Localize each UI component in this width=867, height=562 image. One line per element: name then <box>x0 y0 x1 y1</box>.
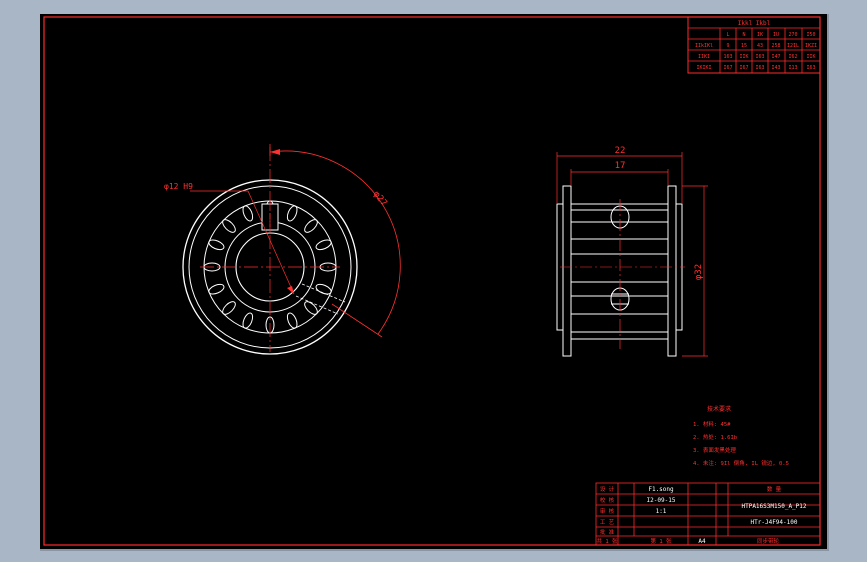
table-cell: I2IL <box>787 43 799 49</box>
table-cell: 15 <box>741 43 747 49</box>
tooth <box>222 219 236 233</box>
table-title: Ikkl Ikbl <box>738 20 771 27</box>
tb-right-label: 数 量 <box>767 485 782 493</box>
tb-size: A4 <box>698 538 706 545</box>
table-cell: IKIKI <box>696 65 711 71</box>
table-cell: I47 <box>771 54 780 60</box>
drawing-viewport[interactable]: Ikkl Ikbl L N IK IU 270 I50 IIkIKl 9 15 … <box>40 14 829 551</box>
tb-sheet-no: 第 1 张 <box>651 537 672 545</box>
title-block <box>595 482 821 546</box>
tb-sheet-count: 共 1 张 <box>597 537 618 545</box>
table-cell: 163 <box>723 54 732 60</box>
table-header-5: 270 <box>788 32 797 38</box>
tb-label: 审 核 <box>600 507 615 515</box>
tb-scale: 1:1 <box>656 508 667 515</box>
note-item: 3. 表面发黑处理 <box>693 446 736 454</box>
table-header-6: I50 <box>806 32 815 38</box>
tooth <box>286 205 298 222</box>
tooth <box>208 283 225 295</box>
note-item: 1. 材料: 45# <box>693 420 731 428</box>
notes-heading: 技术要求 <box>707 405 731 413</box>
table-header-1: L <box>726 32 729 38</box>
tooth <box>304 219 318 233</box>
bore-dimension: φ12 H9 <box>164 182 193 191</box>
table-cell: I63 <box>755 65 764 71</box>
table-cell: IIK <box>739 54 748 60</box>
technical-notes: 技术要求 1. 材料: 45# 2. 热处: 1.6Ib 3. 表面发黑处理 4… <box>693 405 789 467</box>
table-cell: 258 <box>771 43 780 49</box>
table-cell: 43 <box>757 43 763 49</box>
tb-designer: F1.song <box>648 486 674 493</box>
pitch-dimension: φ27 <box>371 189 389 208</box>
table-cell: I43 <box>771 65 780 71</box>
tooth <box>286 312 298 329</box>
table-cell: I63 <box>755 54 764 60</box>
table-cell: IKZI <box>805 43 817 49</box>
diameter-dimension: φ32 <box>694 264 704 280</box>
tb-drawing-number: HTPA16S3M150_A_P12 <box>741 503 806 510</box>
table-cell: IIkIKl <box>695 43 713 49</box>
note-item: 4. 未注: 9Il 倒角, IL 锐边, 0.5 <box>693 459 789 467</box>
table-cell: IIK <box>806 54 815 60</box>
tooth <box>242 312 254 329</box>
pulley-front-view: φ12 H9 φ27 <box>164 144 401 355</box>
table-header-3: IK <box>757 32 763 38</box>
drawing-sheet: Ikkl Ikbl L N IK IU 270 I50 IIkIKl 9 15 … <box>43 16 821 546</box>
parameter-table: Ikkl Ikbl L N IK IU 270 I50 IIkIKl 9 15 … <box>687 16 821 74</box>
note-item: 2. 热处: 1.6Ib <box>693 433 737 441</box>
tb-part-name: 同步带轮 <box>757 537 780 545</box>
tb-part-number: HTr-J4F94-100 <box>751 519 798 526</box>
tooth <box>208 239 225 251</box>
table-header-2: N <box>742 32 745 38</box>
table-cell: IIKI <box>698 54 710 60</box>
table-cell: 9 <box>726 43 729 49</box>
tooth <box>315 283 332 295</box>
tb-label: 校 核 <box>600 496 615 504</box>
tooth <box>242 205 254 222</box>
tooth <box>315 239 332 251</box>
tooth-width-dimension: 17 <box>615 161 626 171</box>
tooth <box>222 301 236 315</box>
pulley-side-view <box>556 185 683 357</box>
overall-width-dimension: 22 <box>615 146 626 156</box>
table-cell: I67 <box>723 65 732 71</box>
table-header-4: IU <box>773 32 779 38</box>
table-cell: I62 <box>788 54 797 60</box>
tb-label: 批 准 <box>600 528 615 536</box>
table-cell: I63 <box>806 65 815 71</box>
tb-date: I2-09-15 <box>647 497 676 504</box>
tb-label: 工 艺 <box>600 519 615 526</box>
table-cell: I13 <box>788 65 797 71</box>
tb-label: 设 计 <box>600 485 615 493</box>
table-cell: I67 <box>739 65 748 71</box>
